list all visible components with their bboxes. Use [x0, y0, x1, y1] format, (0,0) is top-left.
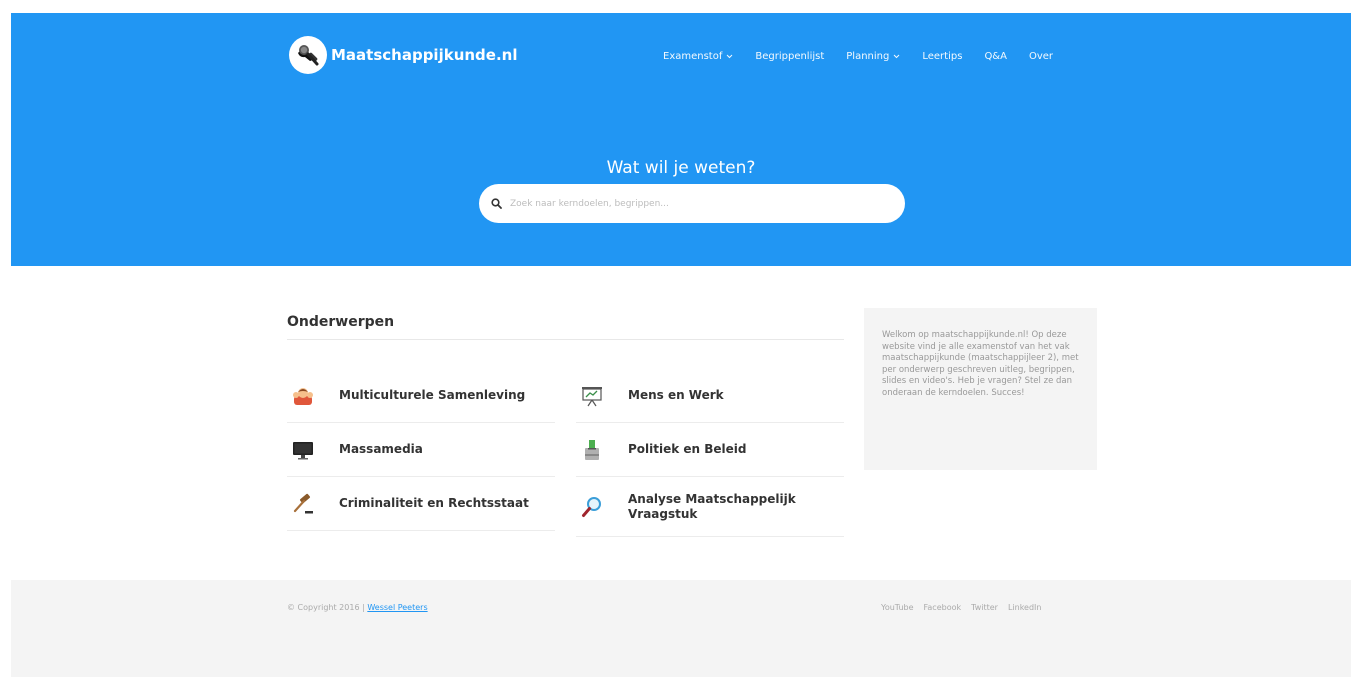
copyright: © Copyright 2016 | Wessel Peeters — [287, 603, 428, 612]
search-icon — [491, 198, 502, 209]
youtube-link[interactable]: YouTube — [881, 603, 914, 612]
microphone-logo-icon — [289, 36, 327, 74]
nav-item-label: Q&A — [984, 51, 1007, 62]
topic-analyse-maatschappelijk-vraagstuk[interactable]: Analyse Maatschappelijk Vraagstuk — [576, 477, 844, 537]
nav-item-label: Leertips — [922, 51, 963, 62]
topic-multiculturele-samenleving[interactable]: Multiculturele Samenleving — [287, 369, 555, 423]
nav-item-planning[interactable]: Planning — [846, 51, 900, 62]
welcome-box: Welkom op maatschappijkunde.nl! Op deze … — [864, 308, 1097, 470]
section-title: Onderwerpen — [287, 314, 395, 330]
topic-label: Multiculturele Samenleving — [339, 388, 526, 402]
facebook-link[interactable]: Facebook — [924, 603, 962, 612]
social-links: YouTube Facebook Twitter LinkedIn — [881, 603, 1051, 612]
topic-politiek-en-beleid[interactable]: Politiek en Beleid — [576, 423, 844, 477]
twitter-link[interactable]: Twitter — [971, 603, 998, 612]
people-icon — [292, 385, 314, 407]
nav-item-begrippenlijst[interactable]: Begrippenlijst — [755, 51, 824, 62]
topic-massamedia[interactable]: Massamedia — [287, 423, 555, 477]
site-title: Maatschappijkunde.nl — [331, 46, 518, 64]
author-link[interactable]: Wessel Peeters — [367, 603, 427, 612]
nav-item-examenstof[interactable]: Examenstof — [663, 51, 733, 62]
site-logo-link[interactable]: Maatschappijkunde.nl — [289, 36, 517, 74]
topic-label: Massamedia — [339, 442, 423, 456]
section-divider — [287, 339, 844, 340]
topic-criminaliteit-en-rechtsstaat[interactable]: Criminaliteit en Rechtsstaat — [287, 477, 555, 531]
main-nav: Examenstof Begrippenlijst Planning Leert… — [663, 51, 1075, 62]
topic-label: Analyse Maatschappelijk Vraagstuk — [628, 491, 796, 521]
nav-item-over[interactable]: Over — [1029, 51, 1053, 62]
nav-item-label: Examenstof — [663, 51, 723, 62]
topic-label: Criminaliteit en Rechtsstaat — [339, 496, 529, 510]
topic-label: Mens en Werk — [628, 388, 724, 402]
nav-item-leertips[interactable]: Leertips — [922, 51, 962, 62]
search-input[interactable] — [510, 198, 870, 209]
linkedin-link[interactable]: LinkedIn — [1008, 603, 1042, 612]
footer: © Copyright 2016 | Wessel Peeters YouTub… — [11, 580, 1351, 677]
nav-item-qa[interactable]: Q&A — [984, 51, 1007, 62]
monitor-icon — [292, 439, 314, 461]
welcome-text: Welkom op maatschappijkunde.nl! Op deze … — [882, 330, 1079, 398]
magnifier-icon — [581, 496, 603, 518]
nav-item-label: Over — [1028, 51, 1054, 62]
gavel-icon — [292, 493, 314, 515]
search-bar[interactable] — [479, 184, 905, 223]
nav-item-label: Planning — [846, 51, 890, 62]
topic-label: Politiek en Beleid — [628, 442, 747, 456]
chevron-down-icon — [727, 54, 733, 59]
hero-title: Wat wil je weten? — [606, 158, 756, 178]
hero-banner: Maatschappijkunde.nl Examenstof Begrippe… — [11, 13, 1351, 266]
nav-item-label: Begrippenlijst — [755, 51, 825, 62]
chevron-down-icon — [894, 54, 900, 59]
copyright-text: © Copyright 2016 | — [287, 603, 368, 612]
ballot-box-icon — [581, 439, 603, 461]
presentation-board-icon — [581, 385, 603, 407]
topic-mens-en-werk[interactable]: Mens en Werk — [576, 369, 844, 423]
